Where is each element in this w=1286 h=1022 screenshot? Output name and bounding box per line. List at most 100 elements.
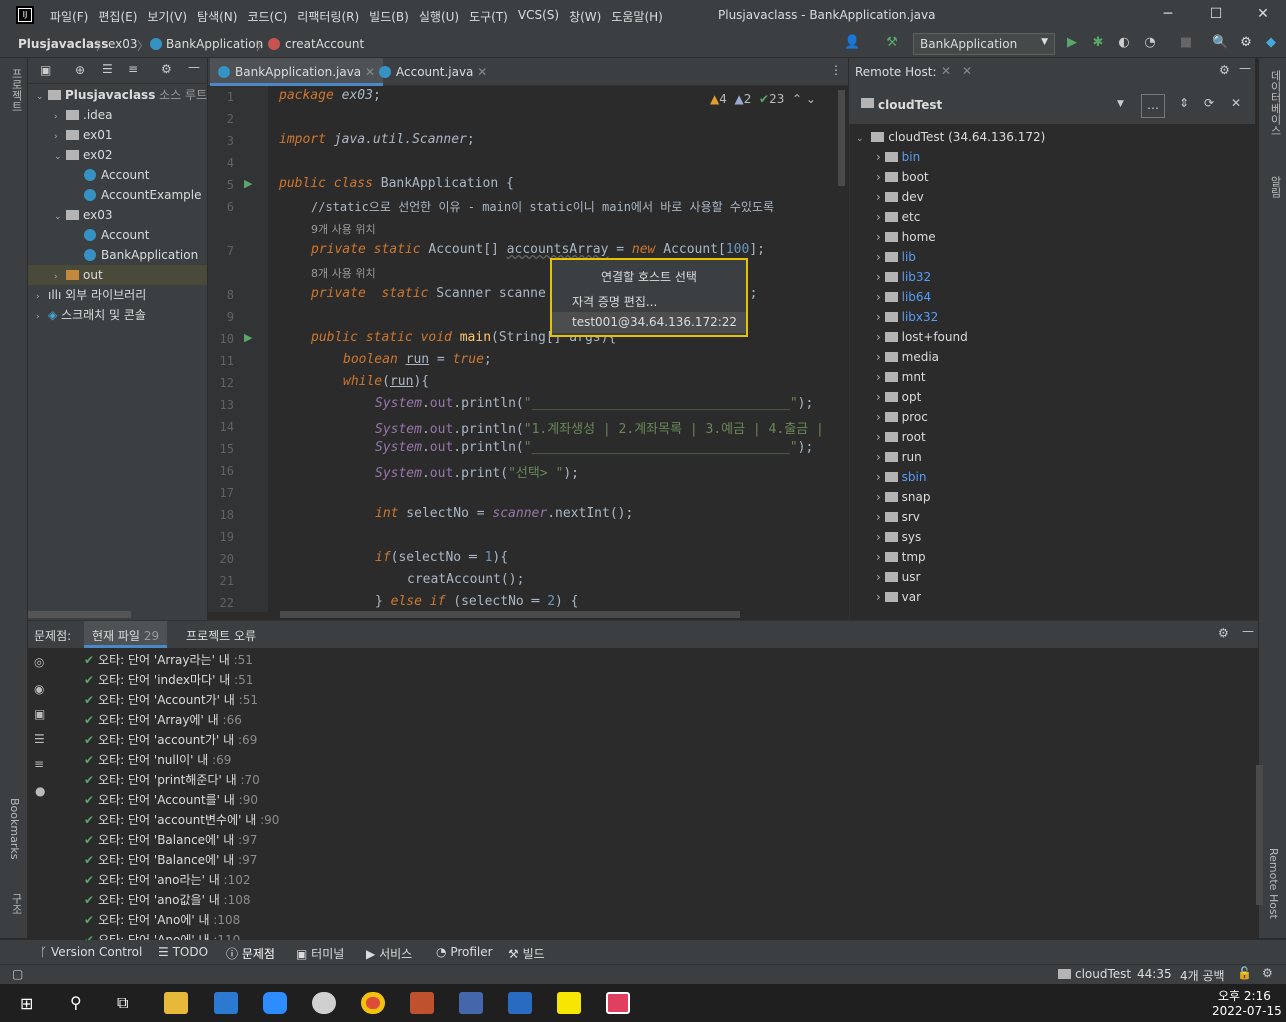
maximize-button[interactable]: ☐ <box>1208 6 1224 22</box>
breadcrumb-project[interactable]: Plusjavaclass <box>18 37 108 51</box>
close-tab-icon[interactable]: ✕ <box>941 64 951 78</box>
previous-highlight-icon[interactable]: ⌃ <box>792 92 802 106</box>
build-hammer-icon[interactable]: ⚒ <box>884 35 900 51</box>
bulb-icon[interactable]: ● <box>35 784 45 798</box>
usages-hint[interactable]: 9개 사용 위치 <box>311 221 376 237</box>
menu-refactor[interactable]: 리팩터링(R) <box>297 8 359 25</box>
options-gear-icon[interactable]: ⚙ <box>161 62 172 76</box>
remote-folder[interactable]: › libx32 <box>876 310 938 324</box>
settings-gear-icon[interactable]: ⚙ <box>1238 35 1254 51</box>
tab-account[interactable]: Account.java ✕ <box>371 58 495 86</box>
expand-arrow-icon[interactable]: › <box>876 430 885 444</box>
tab-current-file[interactable]: 현재 파일 29 <box>84 621 168 648</box>
close-panel-icon[interactable]: ✕ <box>962 64 972 78</box>
code-line[interactable]: package ex03; <box>279 88 381 103</box>
expand-all-icon[interactable]: ☰ <box>34 732 45 746</box>
kakaotalk-icon[interactable] <box>557 992 581 1014</box>
group-icon[interactable]: ▣ <box>34 707 45 721</box>
usages-hint[interactable]: 8개 사용 위치 <box>311 265 376 281</box>
project-tree-item[interactable]: AccountExample <box>28 185 207 205</box>
expand-arrow-icon[interactable]: › <box>876 290 885 304</box>
caret-position[interactable]: 44:35 <box>1137 967 1172 981</box>
expand-arrow-icon[interactable]: › <box>876 530 885 544</box>
run-gutter-icon[interactable]: ▶ <box>244 331 252 344</box>
more-tabs-icon[interactable]: ⋮ <box>830 63 842 77</box>
code-line[interactable]: boolean run = true; <box>343 352 492 367</box>
menu-edit[interactable]: 편집(E) <box>98 8 137 25</box>
remote-folder[interactable]: › home <box>876 230 936 244</box>
database-tool-window-label[interactable]: 데이터베이스 <box>1267 70 1283 136</box>
app-icon[interactable] <box>410 992 434 1014</box>
close-tab-icon[interactable]: ✕ <box>477 65 487 79</box>
code-comment[interactable]: //static으로 선언한 이유 - main이 static이니 main에… <box>311 198 774 215</box>
expand-arrow-icon[interactable]: › <box>876 210 885 224</box>
menu-help[interactable]: 도움말(H) <box>611 8 663 25</box>
expand-arrow-icon[interactable]: › <box>876 590 885 604</box>
remote-folder[interactable]: › boot <box>876 170 929 184</box>
menu-file[interactable]: 파일(F) <box>50 8 88 25</box>
terminal-tab[interactable]: ▣ 터미널 <box>296 945 344 962</box>
expand-arrow-icon[interactable]: › <box>876 550 885 564</box>
expand-arrow-icon[interactable]: › <box>54 267 66 287</box>
hide-panel-icon[interactable]: — <box>1242 624 1254 638</box>
collapse-all-icon[interactable]: ≡ <box>34 757 44 771</box>
menu-run[interactable]: 실행(U) <box>419 8 459 25</box>
remote-folder[interactable]: › lost+found <box>876 330 968 344</box>
layout-icon[interactable]: ▢ <box>12 967 23 981</box>
remote-folder[interactable]: › sys <box>876 530 921 544</box>
connection-select[interactable]: cloudTest <box>878 98 942 112</box>
hide-panel-icon[interactable]: — <box>1239 61 1251 75</box>
code-line[interactable]: import java.util.Scanner; <box>279 132 475 147</box>
mail-icon[interactable] <box>214 992 238 1014</box>
collapse-all-icon[interactable]: ≡ <box>128 62 138 76</box>
remote-folder[interactable]: › var <box>876 590 921 604</box>
menu-view[interactable]: 보기(V) <box>147 8 187 25</box>
todo-tab[interactable]: ☰ TODO <box>158 945 208 959</box>
code-line[interactable]: int selectNo = scanner.nextInt(); <box>375 506 633 521</box>
project-tree-item[interactable]: Account <box>28 225 207 245</box>
code-line[interactable]: private static Account[] accountsArray =… <box>311 242 765 257</box>
browse-button[interactable]: … <box>1141 94 1165 118</box>
code-line[interactable]: System.out.println("____________________… <box>375 440 813 455</box>
menu-build[interactable]: 빌드(B) <box>369 8 409 25</box>
project-tree-item[interactable]: › ex01 <box>28 125 207 145</box>
user-icon[interactable]: 👤 <box>844 35 860 51</box>
project-tool-window-label[interactable]: 프로젝트 <box>8 68 24 112</box>
problem-item[interactable]: ✔ 오타: 단어 'Ano에' 내 :108 <box>84 911 240 928</box>
code-line[interactable]: System.out.print("선택> "); <box>375 462 579 481</box>
editor-horizontal-scrollbar[interactable] <box>280 611 740 618</box>
notifications-icon[interactable]: ⚙ <box>1262 966 1273 980</box>
problem-item[interactable]: ✔ 오타: 단어 'null이' 내 :69 <box>84 751 231 768</box>
profiler-tab[interactable]: ◔ Profiler <box>436 945 493 959</box>
problems-tab[interactable]: ⓘ 문제점 <box>226 945 275 962</box>
problem-item[interactable]: ✔ 오타: 단어 'index마다' 내 :51 <box>84 671 253 688</box>
remote-folder[interactable]: › opt <box>876 390 921 404</box>
problem-item[interactable]: ✔ 오타: 단어 'Balance에' 내 :97 <box>84 831 257 848</box>
run-config-select[interactable]: BankApplication ▼ <box>913 33 1055 55</box>
problem-item[interactable]: ✔ 오타: 단어 'ano라는' 내 :102 <box>84 871 251 888</box>
jetbrains-toolbox-icon[interactable]: ◆ <box>1263 35 1279 51</box>
project-tree-item[interactable]: › out <box>28 265 207 285</box>
problem-item[interactable]: ✔ 오타: 단어 'Balance에' 내 :97 <box>84 851 257 868</box>
expand-arrow-icon[interactable]: › <box>876 310 885 324</box>
project-tree-item[interactable]: Account <box>28 165 207 185</box>
host-item-label[interactable]: test001@34.64.136.172:22 <box>572 315 737 329</box>
run-icon[interactable]: ▶ <box>1064 35 1080 51</box>
problem-item[interactable]: ✔ 오타: 단어 'account가' 내 :69 <box>84 731 257 748</box>
tab-project-errors[interactable]: 프로젝트 오류 <box>186 627 256 644</box>
remote-folder[interactable]: › mnt <box>876 370 926 384</box>
windows-start-icon[interactable]: ⊞ <box>20 994 33 1013</box>
autoscroll-icon[interactable]: ◎ <box>34 655 44 669</box>
project-tree-item[interactable]: › ◈ 스크래치 및 콘솔 <box>28 305 207 325</box>
remote-folder[interactable]: › lib32 <box>876 270 931 284</box>
remote-root[interactable]: ⌄ cloudTest (34.64.136.172) <box>856 130 1045 144</box>
project-tree-item[interactable]: BankApplication <box>28 245 207 265</box>
tab-bankapplication[interactable]: BankApplication.java ✕ <box>210 58 384 86</box>
expand-arrow-icon[interactable]: › <box>876 570 885 584</box>
remote-folder[interactable]: › bin <box>876 150 920 164</box>
remote-folder[interactable]: › run <box>876 450 922 464</box>
expand-arrow-icon[interactable]: › <box>876 370 885 384</box>
expand-arrow-icon[interactable]: › <box>876 410 885 424</box>
expand-arrow-icon[interactable]: › <box>876 470 885 484</box>
code-line[interactable]: System.out.println("____________________… <box>375 396 813 411</box>
